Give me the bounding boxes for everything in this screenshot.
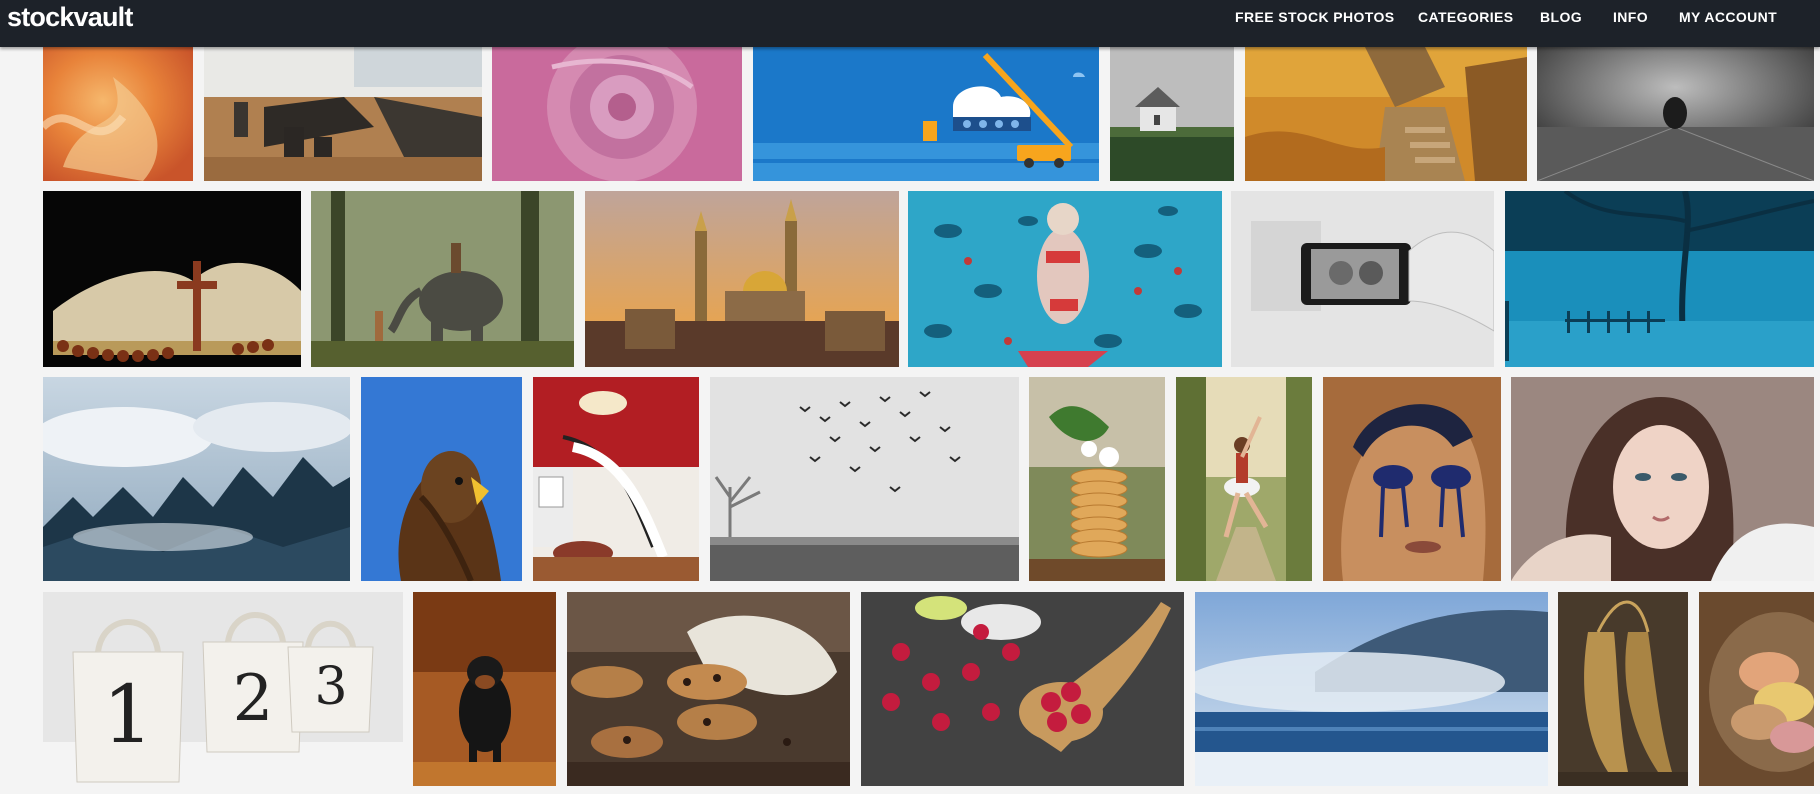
photo-eagle[interactable] xyxy=(361,377,522,581)
photo-cloud-crane-illustration[interactable] xyxy=(753,47,1099,181)
photo-raspberries-spoon[interactable] xyxy=(861,592,1184,786)
photo-snowy-lake[interactable] xyxy=(1195,592,1548,786)
photo-gallery: 1 2 3 xyxy=(0,0,1820,794)
photo-blue-foggy-tree[interactable] xyxy=(1505,191,1814,367)
bag-number-1: 1 xyxy=(103,668,154,761)
nav-categories[interactable]: CATEGORIES xyxy=(1418,9,1514,25)
photo-woman-on-floral-bed[interactable] xyxy=(908,191,1222,367)
bag-number-2: 2 xyxy=(233,662,274,736)
photo-foggy-forest[interactable] xyxy=(43,377,350,581)
photo-birds-in-fog[interactable] xyxy=(710,377,1019,581)
photo-ballet-shoes[interactable] xyxy=(1558,592,1688,786)
nav-info[interactable]: INFO xyxy=(1613,9,1648,25)
photo-lonely-house[interactable] xyxy=(1110,47,1234,181)
photo-fire-abstract[interactable] xyxy=(43,47,193,181)
photo-rottweiler[interactable] xyxy=(413,592,556,786)
photo-mosque-sunset[interactable] xyxy=(585,191,899,367)
photo-chocolate-cookies[interactable] xyxy=(567,592,850,786)
photo-cookie-stack[interactable] xyxy=(1029,377,1165,581)
photo-red-staircase[interactable] xyxy=(533,377,699,581)
photo-conference-room[interactable] xyxy=(204,47,482,181)
photo-man-in-dark-room[interactable] xyxy=(1537,47,1814,181)
photo-macarons[interactable] xyxy=(1699,592,1814,786)
photo-pink-rose[interactable] xyxy=(492,47,742,181)
photo-boy-and-elephant[interactable] xyxy=(311,191,574,367)
nav-my-account[interactable]: MY ACCOUNT xyxy=(1679,9,1777,25)
photo-autumn-ruins[interactable] xyxy=(1245,47,1527,181)
photo-bible-rosary[interactable] xyxy=(43,191,301,367)
nav-free-stock-photos[interactable]: FREE STOCK PHOTOS xyxy=(1235,9,1395,25)
photo-woman-portrait[interactable] xyxy=(1511,377,1814,581)
nav-blog[interactable]: BLOG xyxy=(1540,9,1582,25)
bag-number-3: 3 xyxy=(314,657,347,717)
photo-dancer-in-field[interactable] xyxy=(1176,377,1312,581)
photo-numbered-bags[interactable]: 1 2 3 xyxy=(43,592,403,786)
top-navigation-bar: stockvault FREE STOCK PHOTOS CATEGORIES … xyxy=(0,0,1820,47)
stockvault-logo[interactable]: stockvault xyxy=(7,2,133,33)
photo-woman-blue-makeup[interactable] xyxy=(1323,377,1501,581)
photo-phone-selfie[interactable] xyxy=(1231,191,1494,367)
